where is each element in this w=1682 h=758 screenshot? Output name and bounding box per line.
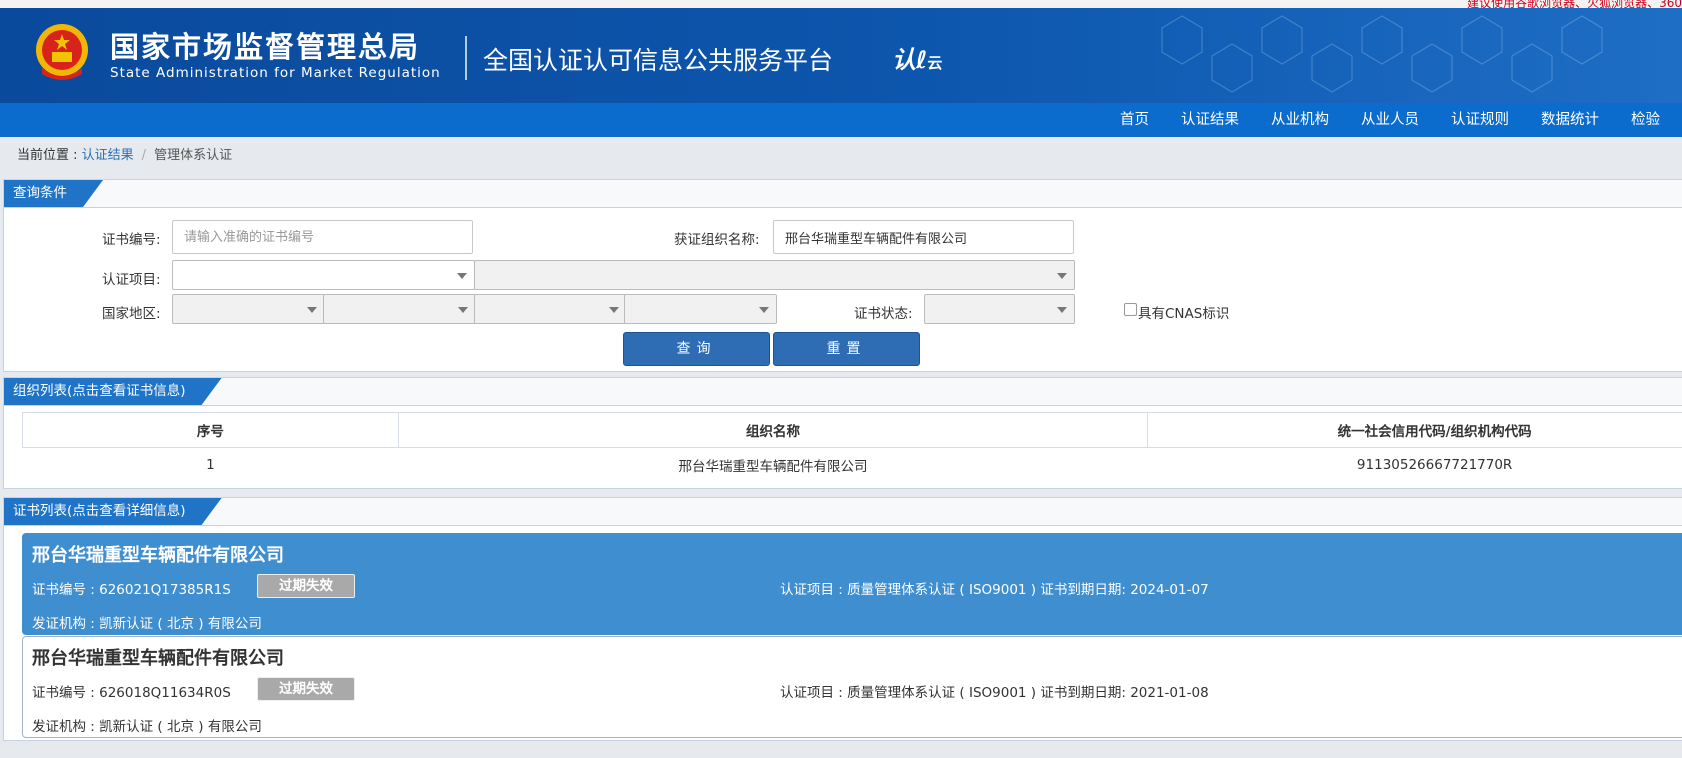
- col-header-index: 序号: [22, 412, 399, 448]
- region-select-4[interactable]: [624, 294, 777, 324]
- cert-card[interactable]: 邢台华瑞重型车辆配件有限公司 证书编号 : 626018Q11634R0S 过期…: [22, 636, 1682, 738]
- row-index: 1: [206, 457, 215, 474]
- cert-project-select[interactable]: [172, 260, 475, 290]
- cert-issuer: 发证机构 : 凯新认证 ( 北京 ) 有限公司: [32, 616, 262, 632]
- query-panel: 查询条件 证书编号: 获证组织名称: 认证项目: 国家地区: 证书状态: 具有C…: [3, 179, 1682, 372]
- nav-item-institutions[interactable]: 从业机构: [1271, 103, 1329, 137]
- col-header-credit-code: 统一社会信用代码/组织机构代码: [1147, 412, 1682, 448]
- hexagon-pattern-icon: [1161, 15, 1603, 93]
- chevron-down-icon: [457, 273, 467, 279]
- top-strip: 建议使用谷歌浏览器、火狐浏览器、360: [0, 0, 1682, 10]
- chevron-down-icon: [609, 307, 619, 313]
- cert-no-input[interactable]: [172, 220, 473, 254]
- logo-sub: 云: [927, 54, 943, 72]
- breadcrumb-current: 管理体系认证: [154, 148, 233, 163]
- row-credit-code: 91130526667721770R: [1356, 457, 1513, 474]
- cert-list-tab: 证书列表(点击查看详细信息): [4, 498, 222, 525]
- cert-status-label: 证书状态:: [854, 306, 913, 322]
- cert-org-name: 邢台华瑞重型车辆配件有限公司: [32, 545, 284, 566]
- chevron-down-icon: [458, 307, 468, 313]
- breadcrumb-link-cert-results[interactable]: 认证结果: [82, 148, 134, 163]
- org-list-tab: 组织列表(点击查看证书信息): [4, 378, 222, 405]
- chevron-down-icon: [759, 307, 769, 313]
- chevron-down-icon: [307, 307, 317, 313]
- region-label: 国家地区:: [102, 306, 161, 322]
- org-name-input[interactable]: [773, 220, 1074, 254]
- logo-text: 认: [892, 46, 916, 74]
- cert-number: 证书编号 : 626018Q11634R0S: [32, 685, 231, 701]
- cert-card[interactable]: 邢台华瑞重型车辆配件有限公司 证书编号 : 626021Q17385R1S 过期…: [22, 533, 1682, 635]
- agency-title-cn: 国家市场监督管理总局: [110, 30, 421, 64]
- cert-issuer: 发证机构 : 凯新认证 ( 北京 ) 有限公司: [32, 719, 262, 735]
- nav-item-personnel[interactable]: 从业人员: [1361, 103, 1419, 137]
- cert-list-header: 证书列表(点击查看详细信息): [4, 498, 1682, 526]
- nav-item-cert-results[interactable]: 认证结果: [1181, 103, 1239, 137]
- cert-status-select[interactable]: [924, 294, 1075, 324]
- cert-list-panel: 证书列表(点击查看详细信息) 邢台华瑞重型车辆配件有限公司 证书编号 : 626…: [3, 497, 1682, 741]
- org-list-header: 组织列表(点击查看证书信息): [4, 378, 1682, 406]
- main-nav: 首页 认证结果 从业机构 从业人员 认证规则 数据统计 检验: [0, 103, 1682, 137]
- chevron-down-icon: [1057, 273, 1067, 279]
- table-row[interactable]: 1 邢台华瑞重型车辆配件有限公司 91130526667721770R: [23, 448, 1682, 483]
- header-divider: [465, 36, 467, 80]
- cert-subproject-select[interactable]: [474, 260, 1075, 290]
- reset-button[interactable]: 重置: [773, 332, 920, 366]
- cert-no-label: 证书编号:: [102, 232, 161, 248]
- region-select-1[interactable]: [172, 294, 325, 324]
- org-table: 序号 组织名称 统一社会信用代码/组织机构代码 1 邢台华瑞重型车辆配件有限公司…: [22, 412, 1682, 483]
- org-name-label: 获证组织名称:: [674, 232, 760, 248]
- header-banner: 国家市场监督管理总局 State Administration for Mark…: [0, 8, 1682, 103]
- nav-item-inspection[interactable]: 检验: [1631, 103, 1660, 137]
- status-badge: 过期失效: [257, 574, 355, 598]
- cert-number: 证书编号 : 626021Q17385R1S: [32, 582, 231, 598]
- logo-loop-icon: ℓ: [916, 46, 928, 74]
- breadcrumb: 当前位置 : 认证结果 / 管理体系认证: [0, 137, 1682, 177]
- renkeyun-logo: 认ℓ云: [892, 40, 942, 75]
- row-org-name[interactable]: 邢台华瑞重型车辆配件有限公司: [398, 448, 1148, 483]
- region-select-2[interactable]: [323, 294, 476, 324]
- breadcrumb-prefix: 当前位置 :: [17, 148, 82, 163]
- cnas-label: 具有CNAS标识: [1138, 306, 1230, 322]
- nav-item-statistics[interactable]: 数据统计: [1541, 103, 1599, 137]
- query-button[interactable]: 查询: [623, 332, 770, 366]
- status-badge: 过期失效: [257, 677, 355, 701]
- cert-project-label: 认证项目:: [102, 272, 161, 288]
- cert-project-expiry: 认证项目 : 质量管理体系认证 ( ISO9001 ) 证书到期日期: 2021…: [780, 685, 1209, 701]
- platform-title: 全国认证认可信息公共服务平台: [483, 46, 834, 75]
- org-table-header-row: 序号 组织名称 统一社会信用代码/组织机构代码: [22, 412, 1682, 448]
- national-emblem-icon: [36, 24, 88, 80]
- query-panel-tab: 查询条件: [4, 180, 103, 207]
- nav-item-rules[interactable]: 认证规则: [1451, 103, 1509, 137]
- col-header-org-name: 组织名称: [397, 412, 1149, 448]
- breadcrumb-separator: /: [141, 148, 147, 163]
- cnas-checkbox[interactable]: [1124, 303, 1137, 316]
- region-select-3[interactable]: [474, 294, 627, 324]
- query-panel-header: 查询条件: [4, 180, 1682, 208]
- agency-title-en: State Administration for Market Regulati…: [110, 65, 441, 81]
- nav-items: 首页 认证结果 从业机构 从业人员 认证规则 数据统计 检验: [1120, 103, 1682, 137]
- chevron-down-icon: [1057, 307, 1067, 313]
- cert-project-expiry: 认证项目 : 质量管理体系认证 ( ISO9001 ) 证书到期日期: 2024…: [780, 582, 1209, 598]
- nav-item-home[interactable]: 首页: [1120, 103, 1149, 137]
- cert-org-name: 邢台华瑞重型车辆配件有限公司: [32, 648, 284, 669]
- org-list-panel: 组织列表(点击查看证书信息) 序号 组织名称 统一社会信用代码/组织机构代码 1…: [3, 377, 1682, 489]
